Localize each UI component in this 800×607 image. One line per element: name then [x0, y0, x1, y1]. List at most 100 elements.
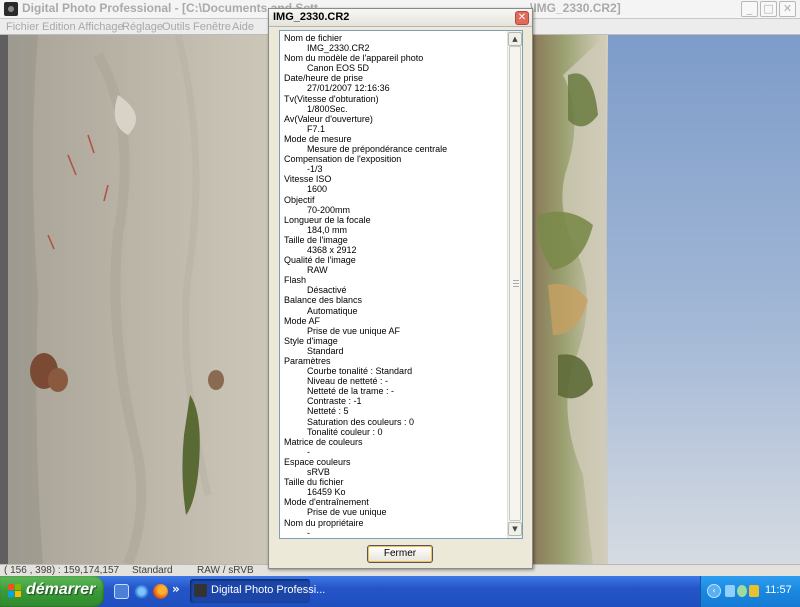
- info-value: 70-200mm: [307, 204, 351, 215]
- info-label: Longueur de la focale: [284, 214, 371, 225]
- info-label: Qualité de l'image: [284, 255, 356, 266]
- taskbar-button-label: Digital Photo Professi...: [211, 584, 326, 596]
- start-button[interactable]: démarrer: [0, 576, 104, 607]
- status-format: RAW / sRVB: [197, 565, 254, 576]
- menu-affichage[interactable]: Affichage: [78, 21, 124, 33]
- maximize-button[interactable]: □: [760, 1, 777, 17]
- firefox-icon[interactable]: [153, 584, 168, 599]
- info-param: Saturation des couleurs : 0: [307, 416, 415, 427]
- info-value: Standard: [307, 345, 344, 356]
- status-coords: ( 156 , 398) : 159,174,157: [4, 565, 120, 576]
- taskbar-button-dpp[interactable]: Digital Photo Professi...: [190, 579, 325, 603]
- menu-reglage[interactable]: Réglage: [122, 21, 163, 33]
- fermer-button[interactable]: Fermer: [367, 545, 433, 563]
- info-label: Taille du fichier: [284, 477, 344, 488]
- close-icon: ✕: [782, 2, 793, 15]
- menu-fenetre[interactable]: Fenêtre: [193, 21, 231, 33]
- scroll-thumb[interactable]: [509, 46, 521, 521]
- grip-icon: [513, 280, 519, 287]
- info-value: 16459 Ko: [307, 487, 346, 498]
- info-value: IMG_2330.CR2: [307, 43, 370, 54]
- info-param: Courbe tonalité : Standard: [307, 366, 413, 377]
- info-label: Av(Valeur d'ouverture): [284, 113, 373, 124]
- dialog-close-button[interactable]: ✕: [515, 11, 529, 25]
- dialog-titlebar[interactable]: IMG_2330.CR2 ✕: [269, 9, 532, 27]
- info-value: 1/800Sec.: [307, 103, 348, 114]
- info-label: Vitesse ISO: [284, 174, 332, 185]
- info-param: Tonalité couleur : 0: [307, 426, 383, 437]
- info-value: 184,0 mm: [307, 224, 348, 235]
- camera-app-icon: [4, 2, 18, 16]
- quicklaunch-chevron-icon[interactable]: »: [172, 582, 180, 596]
- info-value: Désactivé: [307, 285, 347, 296]
- info-param: Contraste : -1: [307, 396, 362, 407]
- menu-outils[interactable]: Outils: [162, 21, 190, 33]
- start-label: démarrer: [26, 581, 96, 598]
- camera-app-icon: [194, 584, 207, 597]
- info-label: Matrice de couleurs: [284, 436, 363, 447]
- chevron-down-icon: ▼: [512, 525, 518, 533]
- info-value: Automatique: [307, 305, 358, 316]
- info-value: Mesure de prépondérance centrale: [307, 144, 448, 155]
- status-picture-style: Standard: [132, 565, 173, 576]
- image-info-dialog: IMG_2330.CR2 ✕ Nom de fichier IMG_2330.C…: [268, 8, 533, 569]
- show-desktop-icon[interactable]: [114, 584, 129, 599]
- info-value: Prise de vue unique: [307, 507, 387, 518]
- info-label: Nom de fichier: [284, 33, 343, 43]
- info-value: -1/3: [307, 164, 323, 175]
- info-label: Style d'image: [284, 335, 338, 346]
- info-label: Date/heure de prise: [284, 73, 364, 84]
- info-list: Nom de fichier IMG_2330.CR2 Nom du modèl…: [284, 33, 504, 538]
- info-label: Taille de l'image: [284, 234, 348, 245]
- shooting-info-list[interactable]: Nom de fichier IMG_2330.CR2 Nom du modèl…: [279, 30, 523, 539]
- info-scrollbar[interactable]: ▲ ▼: [507, 31, 522, 538]
- messenger-icon[interactable]: [737, 585, 747, 597]
- info-label: Espace couleurs: [284, 456, 351, 467]
- close-icon: ✕: [517, 12, 527, 23]
- chevron-up-icon: ▲: [512, 35, 518, 43]
- system-tray: ‹ 11:57: [700, 576, 800, 607]
- info-value: 4368 x 2912: [307, 244, 357, 255]
- info-label: Objectif: [284, 194, 315, 205]
- internet-explorer-icon[interactable]: [134, 584, 149, 599]
- scroll-up-button[interactable]: ▲: [508, 32, 522, 46]
- menu-fichier[interactable]: Fichier: [6, 21, 39, 33]
- info-value: sRVB: [307, 467, 330, 478]
- info-param: Netteté : 5: [307, 406, 349, 417]
- info-value: 1600: [307, 184, 328, 195]
- menu-edition[interactable]: Edition: [42, 21, 76, 33]
- security-shield-icon[interactable]: [749, 585, 759, 597]
- info-label: Nom du propriétaire: [284, 517, 364, 528]
- info-label: Nom du modèle de l'appareil photo: [284, 53, 424, 64]
- scroll-down-button[interactable]: ▼: [508, 522, 522, 536]
- info-label: Mode de mesure: [284, 133, 352, 144]
- info-param: Niveau de netteté : -: [307, 376, 389, 387]
- taskbar: démarrer » Digital Photo Professi... ‹ 1…: [0, 576, 800, 607]
- info-label: Paramètres: [284, 356, 331, 366]
- minimize-button[interactable]: _: [741, 1, 758, 17]
- minimize-icon: _: [746, 2, 753, 15]
- info-value: RAW: [307, 265, 328, 276]
- info-value: F7.1: [307, 123, 326, 134]
- info-value: -: [307, 446, 310, 457]
- info-value: -: [307, 527, 310, 538]
- info-value: 27/01/2007 12:16:36: [307, 83, 390, 94]
- info-param: Netteté de la trame : -: [307, 386, 395, 397]
- network-icon[interactable]: [725, 585, 735, 597]
- dialog-title: IMG_2330.CR2: [273, 11, 350, 23]
- tray-expand-icon[interactable]: ‹: [707, 584, 721, 598]
- info-label: Compensation de l'exposition: [284, 154, 402, 165]
- clock[interactable]: 11:57: [765, 584, 792, 596]
- info-label: Mode d'entraînement: [284, 497, 369, 508]
- menu-aide[interactable]: Aide: [232, 21, 254, 33]
- close-window-button[interactable]: ✕: [779, 1, 796, 17]
- maximize-icon: □: [763, 2, 774, 15]
- info-label: Balance des blancs: [284, 295, 363, 306]
- info-label: Tv(Vitesse d'obturation): [284, 93, 379, 104]
- info-label: Flash: [284, 275, 307, 286]
- info-value: Prise de vue unique AF: [307, 325, 401, 336]
- info-value: Canon EOS 5D: [307, 63, 370, 74]
- window-title-suffix: \IMG_2330.CR2]: [530, 1, 621, 15]
- windows-flag-icon: [8, 584, 22, 598]
- info-label: Mode AF: [284, 315, 321, 326]
